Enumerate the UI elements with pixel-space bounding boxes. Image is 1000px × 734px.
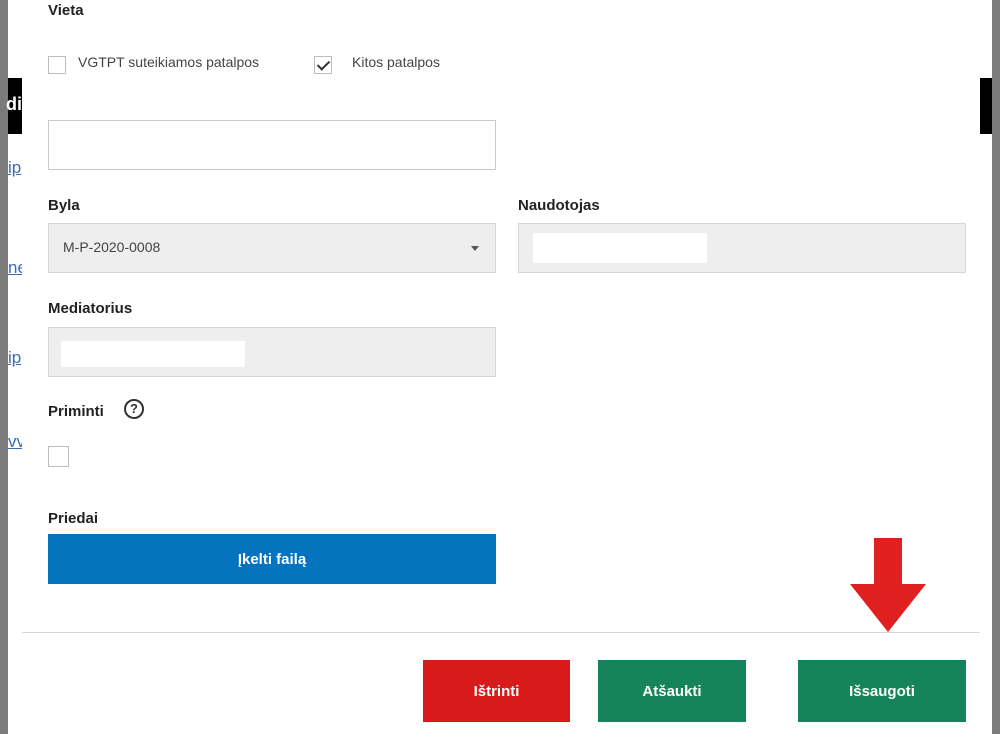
background-header-band-right (980, 78, 992, 134)
case-select[interactable]: M-P-2020-0008 (48, 223, 496, 273)
overlay-strip-right (992, 0, 1000, 734)
background-page-left: di ip ne ip vv (0, 0, 27, 734)
footer-divider (22, 632, 980, 633)
location-text-input[interactable] (48, 120, 496, 170)
case-select-value: M-P-2020-0008 (63, 239, 161, 255)
arrow-down-icon (850, 538, 926, 632)
location-label: Vieta (48, 2, 84, 19)
background-page-right (980, 0, 1000, 734)
attachments-label: Priedai (48, 510, 99, 527)
mediator-label: Mediatorius (48, 300, 133, 317)
redacted-user-value (533, 233, 707, 263)
user-label: Naudotojas (518, 197, 600, 214)
help-icon[interactable]: ? (124, 399, 144, 419)
background-link-fragment: ip (8, 348, 22, 367)
cancel-button[interactable]: Atšaukti (598, 660, 746, 722)
remind-label: Priminti (48, 403, 104, 420)
background-link-fragment: ip (8, 158, 22, 177)
background-fragment: di (6, 94, 22, 114)
upload-file-button[interactable]: Įkelti failą (48, 534, 496, 584)
event-edit-modal: Vieta VGTPT suteikiamos patalpos Kitos p… (22, 0, 980, 734)
background-header-band-left: di (6, 78, 22, 134)
remind-checkbox[interactable] (48, 446, 69, 467)
user-field (518, 223, 966, 273)
checkbox-other-premises[interactable] (314, 56, 332, 74)
chevron-down-icon (471, 246, 479, 251)
case-label: Byla (48, 197, 80, 214)
checkbox-vgtpt-premises[interactable] (48, 56, 66, 74)
checkbox-vgtpt-premises-label: VGTPT suteikiamos patalpos (78, 54, 260, 70)
mediator-field (48, 327, 496, 377)
delete-button[interactable]: Ištrinti (423, 660, 570, 722)
redacted-mediator-value (61, 341, 245, 367)
checkbox-other-premises-label: Kitos patalpos (352, 54, 440, 70)
save-button[interactable]: Išsaugoti (798, 660, 966, 722)
